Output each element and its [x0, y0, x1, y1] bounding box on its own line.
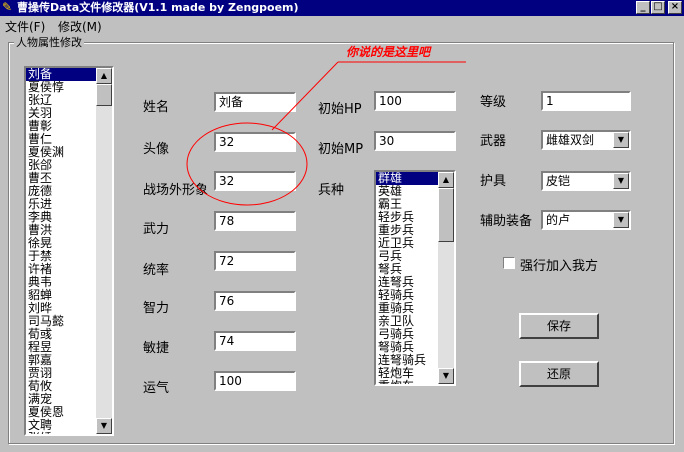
init-mp-label: 初始MP [318, 142, 364, 157]
name-input[interactable]: 刘备 [214, 92, 296, 112]
restore-button[interactable]: 还原 [519, 361, 599, 387]
field-image-input[interactable]: 32 [214, 171, 296, 191]
force-join-label: 强行加入我方 [520, 259, 599, 274]
portrait-input[interactable]: 32 [214, 132, 296, 152]
weapon-label: 武器 [480, 134, 507, 149]
init-hp-input[interactable]: 100 [374, 91, 456, 111]
accessory-select[interactable]: 的卢 ▼ [541, 210, 631, 230]
scroll-up-icon[interactable]: ▲ [438, 172, 454, 188]
weapon-select[interactable]: 雌雄双剑 ▼ [541, 130, 631, 150]
strength-input[interactable]: 78 [214, 211, 296, 231]
scroll-down-icon[interactable]: ▼ [96, 418, 112, 434]
save-button[interactable]: 保存 [519, 313, 599, 339]
character-list-scrollbar[interactable]: ▲ ▼ [96, 68, 112, 434]
field-image-label: 战场外形象 [143, 183, 209, 198]
character-list-item[interactable]: 张绣 [26, 432, 98, 435]
scroll-up-icon[interactable]: ▲ [96, 68, 112, 84]
portrait-label: 头像 [143, 142, 170, 157]
menu-file[interactable]: 文件(F) [5, 18, 45, 35]
chevron-down-icon[interactable]: ▼ [613, 132, 629, 148]
armor-label: 护具 [480, 174, 507, 189]
window-title: 曹操传Data文件修改器(V1.1 made by Zengpoem) [17, 1, 299, 14]
command-input[interactable]: 72 [214, 251, 296, 271]
luck-label: 运气 [143, 381, 170, 396]
group-caption: 人物属性修改 [14, 34, 84, 50]
troop-type-list[interactable]: 群雄 英雄 霸王 轻步兵 重步兵 近卫兵 弓兵 弩兵 连弩兵 轻骑兵 重骑兵 亲卫队 弓骑兵 弩骑兵 连弩骑… [374, 170, 456, 386]
agility-label: 敏捷 [143, 341, 170, 356]
name-label: 姓名 [143, 100, 170, 115]
accessory-value: 的卢 [546, 213, 571, 227]
troop-list-item[interactable]: 重炮车 [376, 380, 438, 385]
force-join-checkbox[interactable] [503, 257, 515, 269]
chevron-down-icon[interactable]: ▼ [613, 212, 629, 228]
weapon-value: 雌雄双剑 [546, 133, 595, 147]
close-button[interactable]: × [668, 1, 682, 14]
chevron-down-icon[interactable]: ▼ [613, 173, 629, 189]
intelligence-input[interactable]: 76 [214, 291, 296, 311]
troop-list-scrollbar[interactable]: ▲ ▼ [438, 172, 454, 384]
troop-type-label: 兵种 [318, 183, 345, 198]
scroll-thumb[interactable] [96, 84, 112, 106]
title-bar: ✎ 曹操传Data文件修改器(V1.1 made by Zengpoem) _ … [0, 0, 684, 16]
intelligence-label: 智力 [143, 301, 170, 316]
annotation-text: 你说的是这里吧 [346, 45, 431, 59]
menu-bar: 文件(F) 修改(M) [0, 16, 684, 34]
strength-label: 武力 [143, 222, 170, 237]
init-hp-label: 初始HP [318, 102, 362, 117]
character-list[interactable]: 刘备 夏侯惇 张辽 关羽 曹彰 曹仁 夏侯渊 张郃 曹丕 庞德 乐进 李典 曹洪 徐晃 于禁 许褚 典韦 貂蝉 刘晔… [24, 66, 114, 436]
accessory-label: 辅助装备 [480, 214, 533, 229]
app-icon: ✎ [2, 0, 13, 14]
minimize-button[interactable]: _ [636, 1, 650, 14]
level-input[interactable]: 1 [541, 91, 631, 111]
command-label: 统率 [143, 263, 170, 278]
armor-value: 皮铠 [546, 174, 571, 188]
init-mp-input[interactable]: 30 [374, 131, 456, 151]
maximize-button[interactable]: □ [651, 1, 665, 14]
scroll-thumb[interactable] [438, 188, 454, 242]
agility-input[interactable]: 74 [214, 331, 296, 351]
armor-select[interactable]: 皮铠 ▼ [541, 171, 631, 191]
level-label: 等级 [480, 95, 507, 110]
scroll-down-icon[interactable]: ▼ [438, 368, 454, 384]
luck-input[interactable]: 100 [214, 371, 296, 391]
menu-modify[interactable]: 修改(M) [58, 18, 102, 35]
